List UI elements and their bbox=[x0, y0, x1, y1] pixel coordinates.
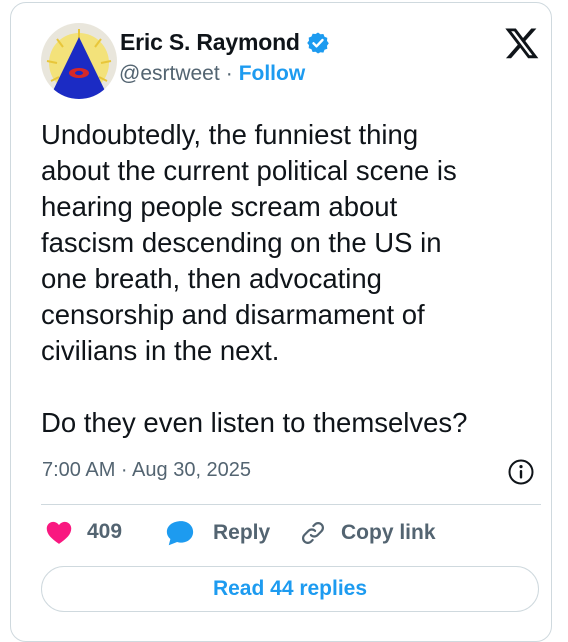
x-logo-icon[interactable] bbox=[503, 25, 541, 61]
like-count: 409 bbox=[87, 520, 123, 543]
author-name-row: Eric S. Raymond bbox=[120, 29, 330, 56]
read-replies-button[interactable]: Read 44 replies bbox=[41, 566, 539, 612]
divider bbox=[41, 504, 541, 505]
author-name[interactable]: Eric S. Raymond bbox=[120, 29, 300, 56]
read-replies-label: Read 44 replies bbox=[212, 577, 368, 600]
verified-badge-icon bbox=[306, 32, 329, 53]
avatar-image bbox=[41, 23, 117, 99]
tweet-card: Eric S. Raymond @esrtweet · Follow Undou… bbox=[10, 2, 552, 642]
heart-icon bbox=[46, 521, 72, 544]
like-button[interactable]: 409 bbox=[45, 519, 122, 545]
tweet-timestamp[interactable]: 7:00 AM · Aug 30, 2025 bbox=[42, 459, 251, 482]
handle-separator: · bbox=[225, 62, 233, 85]
copy-link-button[interactable]: Copy link bbox=[299, 519, 436, 547]
reply-button[interactable]: Reply bbox=[165, 519, 270, 547]
tweet-text: Undoubtedly, the funniest thing about th… bbox=[41, 119, 468, 438]
link-icon bbox=[302, 522, 324, 544]
tweet-actions: 409 Reply Copy link bbox=[45, 519, 545, 551]
author-handle[interactable]: @esrtweet bbox=[119, 62, 220, 86]
reply-bubble-icon bbox=[166, 521, 194, 546]
follow-button[interactable]: Follow bbox=[239, 62, 306, 86]
author-handle-row: @esrtweet · Follow bbox=[119, 62, 305, 86]
avatar[interactable] bbox=[41, 23, 117, 99]
info-icon[interactable] bbox=[507, 458, 535, 486]
reply-label: Reply bbox=[213, 521, 271, 544]
copy-link-label: Copy link bbox=[341, 521, 436, 544]
